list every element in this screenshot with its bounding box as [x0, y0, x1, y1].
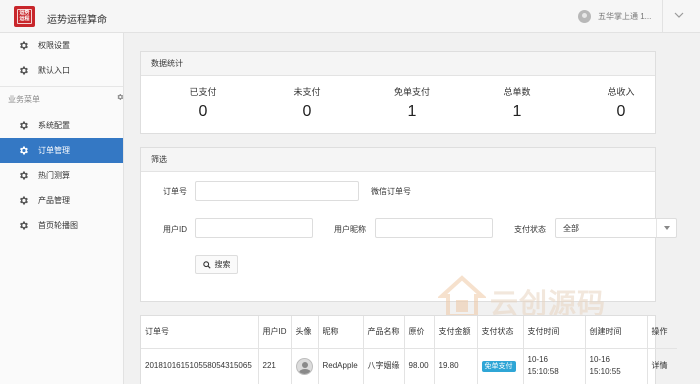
stat-value: 0	[616, 103, 626, 120]
sidebar-item-label: 订单管理	[38, 146, 70, 155]
stat-label: 已支付	[189, 87, 217, 97]
user-name: 五华掌上通 1...	[598, 11, 652, 21]
cell-paid: 19.80	[434, 348, 478, 384]
app-logo[interactable]: 运势 运程	[14, 6, 35, 27]
search-button-label: 搜索	[214, 260, 231, 269]
sidebar-item-label: 权限设置	[38, 41, 70, 50]
search-icon	[202, 260, 211, 269]
sidebar-item-label: 首页轮播图	[38, 221, 78, 230]
table-row: 2018101615105580543150​65 221 RedApple 八…	[141, 348, 677, 384]
sidebar-item-home-carousel[interactable]: 首页轮播图	[0, 213, 123, 238]
cell-order-no: 2018101615105580543150​65	[141, 348, 259, 384]
sidebar-item-label: 系统配置	[38, 121, 70, 130]
col-header: 头像	[291, 316, 319, 349]
detail-link[interactable]: 详情	[652, 361, 668, 370]
stat-label: 未支付	[293, 87, 321, 97]
orders-table-panel: 订单号 用户ID 头像 昵称 产品名称 原价 支付金额 支付状态 支付时间 创建…	[140, 315, 677, 384]
table-header-row: 订单号 用户ID 头像 昵称 产品名称 原价 支付金额 支付状态 支付时间 创建…	[141, 316, 677, 349]
gear-icon	[18, 195, 29, 206]
cell-product: 八字姻缘	[363, 348, 405, 384]
gear-icon	[18, 170, 29, 181]
top-bar: 运势 运程 运势运程算命 五华掌上通 1...	[0, 0, 700, 33]
order-no-input[interactable]	[195, 181, 359, 201]
sidebar: 权限设置 默认入口 业务菜单 系统配置 订单管理 热门测算 产品管理 首页轮播图	[0, 33, 124, 384]
gear-icon	[18, 220, 29, 231]
sidebar-item-permissions[interactable]: 权限设置	[0, 33, 123, 58]
logo-frame: 运势 运程	[17, 9, 32, 24]
logo-text-line-2: 运程	[19, 16, 30, 22]
col-header: 支付状态	[477, 316, 524, 349]
gear-icon	[18, 65, 29, 76]
cell-create-time: 10-16 15:10:55	[585, 348, 648, 384]
stat-value: 1	[407, 103, 417, 120]
cell-nickname: RedApple	[318, 348, 364, 384]
header-divider	[662, 0, 663, 33]
pay-status-select[interactable]: 全部	[555, 218, 677, 238]
stats-panel: 数据统计 已支付 0 未支付 0 免单支付 1 总单数 1 总收入 0	[140, 51, 656, 134]
col-header: 支付时间	[523, 316, 586, 349]
status-badge: 免单支付	[481, 361, 516, 373]
user-id-input[interactable]	[195, 218, 313, 238]
col-header: 订单号	[141, 316, 259, 349]
sidebar-divider	[0, 86, 123, 87]
cell-pay-time: 10-16 15:10:58	[523, 348, 586, 384]
col-header: 支付金额	[434, 316, 478, 349]
filter-panel-title: 筛选	[141, 148, 655, 172]
cell-status: 免单支付	[477, 348, 524, 384]
wechat-order-no-label: 微信订单号	[371, 187, 411, 196]
col-header: 创建时间	[585, 316, 648, 349]
sidebar-item-label: 默认入口	[38, 66, 70, 75]
stat-label: 总收入	[607, 87, 635, 97]
gear-icon	[18, 40, 29, 51]
stat-value: 1	[512, 103, 522, 120]
col-header: 操作	[647, 316, 677, 349]
avatar	[295, 357, 313, 375]
stat-total-income: 总收入 0	[581, 85, 661, 121]
nickname-input[interactable]	[375, 218, 493, 238]
gear-icon	[18, 145, 29, 156]
user-avatar-icon	[578, 9, 591, 23]
sidebar-item-label: 产品管理	[38, 196, 70, 205]
sidebar-item-label: 热门测算	[38, 171, 70, 180]
col-header: 产品名称	[363, 316, 405, 349]
cell-price: 98.00	[404, 348, 435, 384]
col-header: 用户ID	[258, 316, 292, 349]
stat-unpaid: 未支付 0	[267, 85, 347, 121]
order-no-label: 订单号	[163, 187, 187, 196]
stat-total-orders: 总单数 1	[477, 85, 557, 121]
cell-user-id: 221	[258, 348, 292, 384]
sidebar-section-label: 业务菜单	[8, 95, 40, 104]
chevron-down-icon[interactable]	[673, 10, 685, 20]
pay-status-label: 支付状态	[514, 225, 546, 234]
chevron-down-icon	[656, 219, 676, 237]
sidebar-item-hot-fortune[interactable]: 热门测算	[0, 163, 123, 188]
filter-panel: 筛选 订单号 微信订单号 用户ID 用户昵称 支付状态 全部 搜索	[140, 147, 677, 302]
stat-paid: 已支付 0	[163, 85, 243, 121]
sidebar-item-default-entry[interactable]: 默认入口	[0, 58, 123, 83]
stat-free-paid: 免单支付 1	[372, 85, 452, 121]
stats-panel-title: 数据统计	[141, 52, 655, 76]
stat-value: 0	[302, 103, 312, 120]
sidebar-item-system-config[interactable]: 系统配置	[0, 113, 123, 138]
gear-icon	[18, 120, 29, 131]
section-gear-icon[interactable]	[116, 93, 124, 101]
cell-action: 详情	[647, 348, 677, 384]
user-id-label: 用户ID	[163, 225, 187, 234]
app-title: 运势运程算命	[47, 15, 107, 26]
pay-status-selected: 全部	[563, 223, 579, 233]
search-button[interactable]: 搜索	[195, 255, 238, 274]
nickname-label: 用户昵称	[334, 225, 366, 234]
col-header: 原价	[404, 316, 435, 349]
stat-label: 免单支付	[393, 87, 430, 97]
stat-label: 总单数	[503, 87, 531, 97]
col-header: 昵称	[318, 316, 364, 349]
user-menu[interactable]: 五华掌上通 1...	[578, 9, 651, 23]
sidebar-item-product-management[interactable]: 产品管理	[0, 188, 123, 213]
sidebar-item-order-management[interactable]: 订单管理	[0, 138, 123, 163]
cell-avatar	[291, 348, 319, 384]
orders-table: 订单号 用户ID 头像 昵称 产品名称 原价 支付金额 支付状态 支付时间 创建…	[141, 316, 677, 384]
stat-value: 0	[198, 103, 208, 120]
